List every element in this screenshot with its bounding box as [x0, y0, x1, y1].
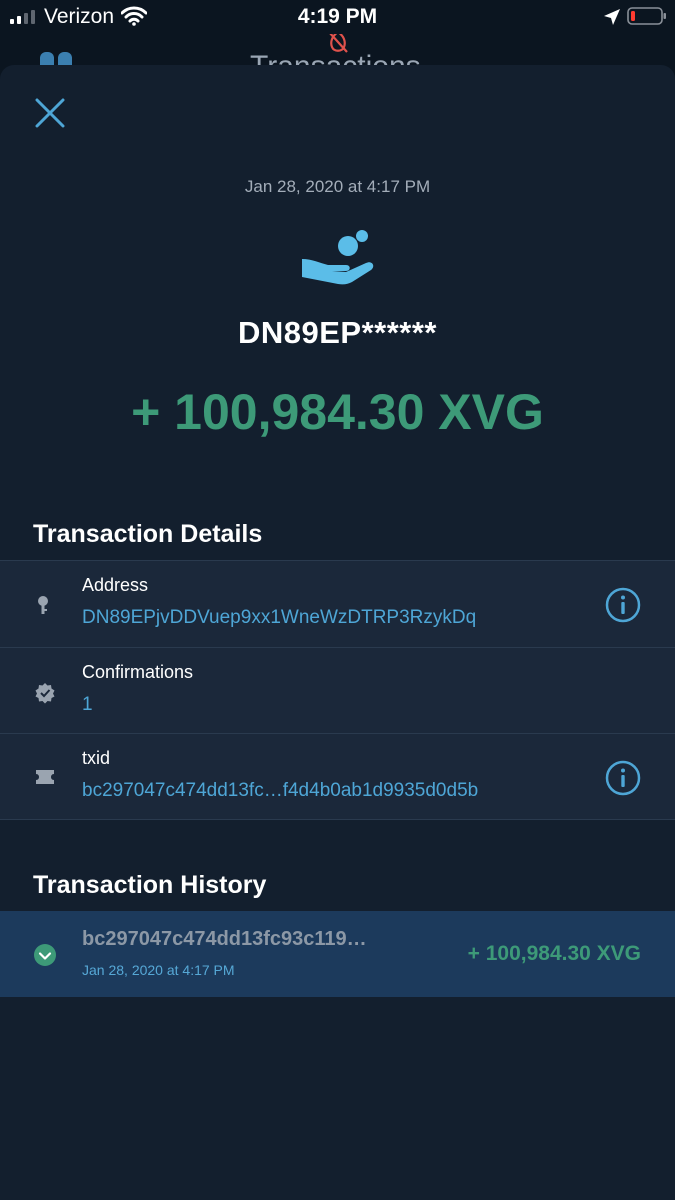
battery-low-icon	[627, 7, 666, 25]
confirmed-check-icon	[34, 944, 56, 966]
history-txid: bc297047c474dd13fc93c119…	[82, 928, 367, 950]
transaction-amount: + 100,984.30 XVG	[131, 384, 544, 440]
info-icon-address[interactable]	[604, 586, 642, 624]
history-amount: + 100,984.30 XVG	[467, 942, 641, 965]
detail-row-txid: txid bc297047c474dd13fc…f4d4b0ab1d9935d0…	[0, 733, 675, 819]
detail-label: txid	[82, 748, 111, 768]
close-button[interactable]	[30, 93, 70, 133]
transaction-date: Jan 28, 2020 at 4:17 PM	[244, 177, 431, 196]
verified-badge-icon	[35, 683, 55, 704]
address-value[interactable]: DN89EPjvDDVuep9xx1WneWzDTRP3RzykDq	[82, 607, 476, 629]
location-arrow-icon	[604, 9, 620, 25]
detail-label: Confirmations	[82, 662, 194, 682]
clock: 4:19 PM	[297, 5, 378, 28]
txid-value[interactable]: bc297047c474dd13fc…f4d4b0ab1d9935d0d5b	[82, 780, 478, 802]
tor-disconnected-icon	[329, 34, 348, 53]
status-bar: Verizon 4:19 PM	[0, 0, 675, 34]
history-heading: Transaction History	[33, 871, 267, 899]
transaction-title: DN89EP******	[238, 315, 437, 350]
details-list: Address DN89EPjvDDVuep9xx1WneWzDTRP3Rzyk…	[0, 560, 675, 820]
confirmations-value: 1	[82, 694, 93, 715]
details-heading: Transaction Details	[33, 520, 263, 548]
detail-row-confirmations: Confirmations 1	[0, 647, 675, 733]
detail-row-address: Address DN89EPjvDDVuep9xx1WneWzDTRP3Rzyk…	[0, 561, 675, 647]
receive-hand-icon	[302, 230, 374, 285]
detail-label: Address	[82, 575, 149, 595]
history-item[interactable]: bc297047c474dd13fc93c119… Jan 28, 2020 a…	[0, 911, 675, 997]
ticket-icon	[36, 770, 54, 784]
key-icon	[38, 596, 48, 614]
history-date: Jan 28, 2020 at 4:17 PM	[82, 962, 235, 978]
transaction-detail-sheet: Jan 28, 2020 at 4:17 PM DN89EP****** + 1…	[0, 65, 675, 1200]
info-icon-txid[interactable]	[604, 759, 642, 797]
